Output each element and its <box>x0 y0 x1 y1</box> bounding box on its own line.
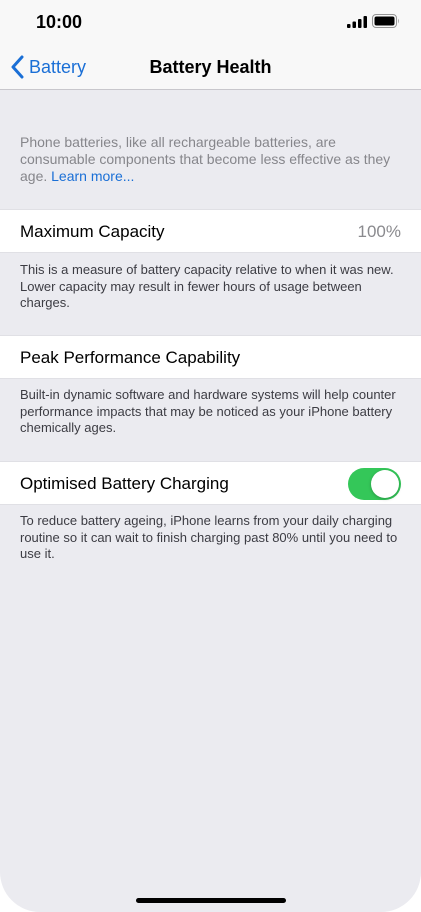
maximum-capacity-label: Maximum Capacity <box>20 222 165 241</box>
learn-more-link[interactable]: Learn more... <box>51 168 134 184</box>
toggle-knob <box>371 470 399 498</box>
home-indicator[interactable] <box>136 898 286 903</box>
page-title: Battery Health <box>149 57 272 77</box>
maximum-capacity-value: 100% <box>357 222 401 241</box>
optimised-charging-toggle[interactable] <box>348 468 401 500</box>
optimised-charging-label: Optimised Battery Charging <box>20 474 229 493</box>
maximum-capacity-row: Maximum Capacity 100% <box>0 209 421 253</box>
battery-icon <box>372 14 399 28</box>
cellular-signal-icon <box>347 16 367 28</box>
intro-text: Phone batteries, like all rechargeable b… <box>20 134 400 185</box>
maximum-capacity-footnote: This is a measure of battery capacity re… <box>20 262 394 310</box>
peak-performance-footnote: Built-in dynamic software and hardware s… <box>20 387 396 435</box>
battery-health-screen: 10:00 Battery Battery Health Phone batte… <box>0 0 421 912</box>
peak-performance-label: Peak Performance Capability <box>20 348 241 367</box>
status-bar: 10:00 <box>0 0 421 44</box>
optimised-charging-footnote: To reduce battery ageing, iPhone learns … <box>20 513 398 561</box>
optimised-charging-row: Optimised Battery Charging <box>0 461 421 505</box>
peak-performance-row: Peak Performance Capability <box>0 335 421 379</box>
status-time: 10:00 <box>36 12 83 32</box>
navigation-bar: Battery Battery Health <box>0 44 421 90</box>
